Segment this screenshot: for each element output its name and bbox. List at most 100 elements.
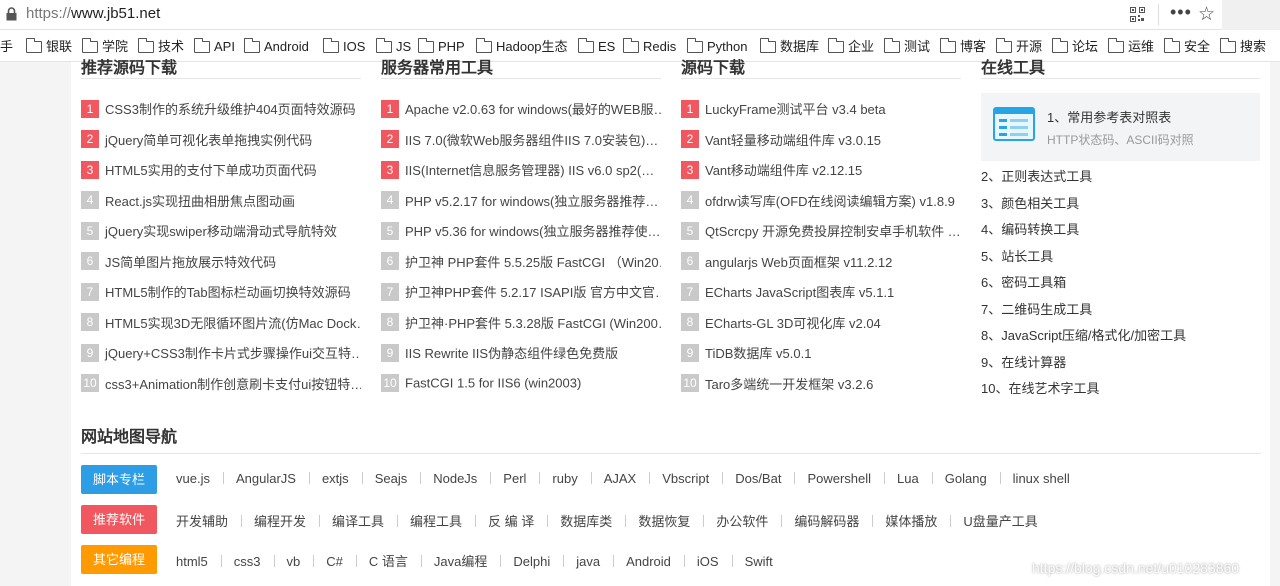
list-item-link[interactable]: css3+Animation制作创意刷卡支付ui按钮特… [105,377,361,392]
tool-link[interactable]: 5、站长工具 [981,246,1053,265]
sitemap-link[interactable]: Golang [945,471,987,486]
sitemap-link[interactable]: iOS [697,554,719,569]
bookmark-item[interactable]: 开源 [996,38,1042,55]
sitemap-link[interactable]: extjs [322,471,349,486]
sitemap-link[interactable]: html5 [176,554,208,569]
list-item-link[interactable]: TiDB数据库 v5.0.1 [705,346,811,361]
list-item-link[interactable]: HTML5实现3D无限循环图片流(仿Mac Dock… [105,316,361,331]
bookmark-item[interactable]: IOS [323,38,365,55]
sitemap-link[interactable]: 反 编 译 [488,511,534,530]
list-item[interactable]: 10 css3+Animation制作创意刷卡支付ui按钮特… [81,374,361,394]
sitemap-link[interactable]: 媒体播放 [885,511,937,530]
list-item[interactable]: 7 护卫神PHP套件 5.2.17 ISAPI版 官方中文官… [381,282,661,302]
list-item[interactable]: 4 ofdrw读写库(OFD在线阅读编辑方案) v1.8.9 [681,191,961,211]
url-field[interactable]: https://www.jb51.net [0,1,1222,28]
sitemap-link[interactable]: java [576,554,600,569]
tool-link[interactable]: 4、编码转换工具 [981,219,1079,238]
sitemap-link[interactable]: NodeJs [433,471,477,486]
sitemap-link[interactable]: Java编程 [434,551,487,570]
list-item-link[interactable]: jQuery简单可视化表单拖拽实例代码 [105,133,312,148]
list-item-link[interactable]: 护卫神PHP套件 5.2.17 ISAPI版 官方中文官… [405,285,661,300]
bookmark-item[interactable]: PHP [418,38,465,55]
tool-link[interactable]: 2、正则表达式工具 [981,166,1092,185]
list-item-link[interactable]: HTML5制作的Tab图标栏动画切换特效源码 [105,285,351,300]
list-item[interactable]: 3 HTML5实用的支付下单成功页面代码 [81,160,361,180]
list-item[interactable]: 1 Apache v2.0.63 for windows(最好的WEB服… [381,99,661,119]
bookmark-item[interactable]: Android [244,38,309,55]
sitemap-link[interactable]: C 语言 [369,551,408,570]
bookmark-item[interactable]: 论坛 [1052,38,1098,55]
category-button[interactable]: 脚本专栏 [81,465,157,494]
list-item-link[interactable]: JS简单图片拖放展示特效代码 [105,255,276,270]
category-button[interactable]: 推荐软件 [81,505,157,534]
bookmark-item[interactable]: 测试 [884,38,930,55]
list-item[interactable]: 5 PHP v5.36 for windows(独立服务器推荐使… [381,221,661,241]
sitemap-link[interactable]: Swift [745,554,773,569]
sitemap-link[interactable]: AJAX [604,471,637,486]
bookmark-item[interactable]: 银联 [26,38,72,55]
list-item[interactable]: 6 护卫神 PHP套件 5.5.25版 FastCGI （Win20… [381,252,661,272]
list-item[interactable]: 5 jQuery实现swiper移动端滑动式导航特效 [81,221,361,241]
bookmark-item[interactable]: Hadoop生态 [476,38,568,55]
list-item[interactable]: 6 JS简单图片拖放展示特效代码 [81,252,361,272]
sitemap-link[interactable]: Powershell [807,471,871,486]
list-item[interactable]: 2 Vant轻量移动端组件库 v3.0.15 [681,130,961,150]
bookmark-item[interactable]: 数据库 [760,38,819,55]
sitemap-link[interactable]: 编码解码器 [794,511,859,530]
sitemap-link[interactable]: U盘量产工具 [963,511,1037,530]
sitemap-link[interactable]: vue.js [176,471,210,486]
list-item-link[interactable]: 护卫神 PHP套件 5.5.25版 FastCGI （Win20… [405,255,661,270]
sitemap-link[interactable]: 开发辅助 [176,511,228,530]
list-item[interactable]: 9 TiDB数据库 v5.0.1 [681,343,961,363]
list-item-link[interactable]: angularjs Web页面框架 v11.2.12 [705,255,892,270]
bookmark-item[interactable]: 搜索 [1220,38,1266,55]
list-item[interactable]: 6 angularjs Web页面框架 v11.2.12 [681,252,961,272]
list-item[interactable]: 7 HTML5制作的Tab图标栏动画切换特效源码 [81,282,361,302]
list-item[interactable]: 2 jQuery简单可视化表单拖拽实例代码 [81,130,361,150]
list-item[interactable]: 10 FastCGI 1.5 for IIS6 (win2003) [381,373,661,394]
sitemap-link[interactable]: Dos/Bat [735,471,781,486]
list-item-link[interactable]: jQuery+CSS3制作卡片式步骤操作ui交互特… [105,346,361,361]
list-item[interactable]: 5 QtScrcpy 开源免费投屏控制安卓手机软件 … [681,221,961,241]
sitemap-link[interactable]: 编译工具 [332,511,384,530]
list-item[interactable]: 1 CSS3制作的系统升级维护404页面特效源码 [81,99,361,119]
bookmark-item[interactable]: JS [376,38,411,55]
sitemap-link[interactable]: AngularJS [236,471,296,486]
list-item-link[interactable]: jQuery实现swiper移动端滑动式导航特效 [105,224,337,239]
tool-link[interactable]: 9、在线计算器 [981,352,1066,371]
featured-tool-card[interactable]: 1、常用参考表对照表 HTTP状态码、ASCII码对照 [981,93,1260,161]
sitemap-link[interactable]: 编程工具 [410,511,462,530]
bookmark-item[interactable]: Redis [623,38,676,55]
sitemap-link[interactable]: css3 [234,554,261,569]
list-item-link[interactable]: PHP v5.36 for windows(独立服务器推荐使… [405,224,661,239]
list-item-link[interactable]: CSS3制作的系统升级维护404页面特效源码 [105,102,356,117]
list-item-link[interactable]: HTML5实用的支付下单成功页面代码 [105,163,317,178]
sitemap-link[interactable]: 办公软件 [716,511,768,530]
sitemap-link[interactable]: Seajs [375,471,408,486]
tool-link[interactable]: 7、二维码生成工具 [981,299,1092,318]
list-item-link[interactable]: Taro多端统一开发框架 v3.2.6 [705,377,873,392]
list-item-link[interactable]: Apache v2.0.63 for windows(最好的WEB服… [405,102,661,117]
qr-code-icon[interactable] [1130,7,1145,22]
bookmark-item[interactable]: 手 [0,39,13,55]
sitemap-link[interactable]: C# [326,554,343,569]
sitemap-link[interactable]: 数据库类 [560,511,612,530]
list-item[interactable]: 8 HTML5实现3D无限循环图片流(仿Mac Dock… [81,313,361,333]
tool-link[interactable]: 8、JavaScript压缩/格式化/加密工具 [981,325,1186,344]
list-item-link[interactable]: ofdrw读写库(OFD在线阅读编辑方案) v1.8.9 [705,194,955,209]
bookmark-item[interactable]: ES [578,38,615,55]
sitemap-link[interactable]: vb [287,554,301,569]
sitemap-link[interactable]: Lua [897,471,919,486]
list-item-link[interactable]: IIS 7.0(微软Web服务器组件IIS 7.0安装包)… [405,133,658,148]
list-item-link[interactable]: ECharts-GL 3D可视化库 v2.04 [705,316,881,331]
list-item[interactable]: 9 IIS Rewrite IIS伪静态组件绿色免费版 [381,343,661,363]
sitemap-link[interactable]: Android [626,554,671,569]
bookmark-item[interactable]: 企业 [828,38,874,55]
list-item[interactable]: 4 PHP v5.2.17 for windows(独立服务器推荐… [381,191,661,211]
sitemap-link[interactable]: Perl [503,471,526,486]
list-item-link[interactable]: ECharts JavaScript图表库 v5.1.1 [705,285,894,300]
bookmark-item[interactable]: API [194,38,235,55]
list-item[interactable]: 2 IIS 7.0(微软Web服务器组件IIS 7.0安装包)… [381,130,661,150]
list-item-link[interactable]: FastCGI 1.5 for IIS6 (win2003) [405,375,581,390]
list-item[interactable]: 1 LuckyFrame测试平台 v3.4 beta [681,99,961,119]
